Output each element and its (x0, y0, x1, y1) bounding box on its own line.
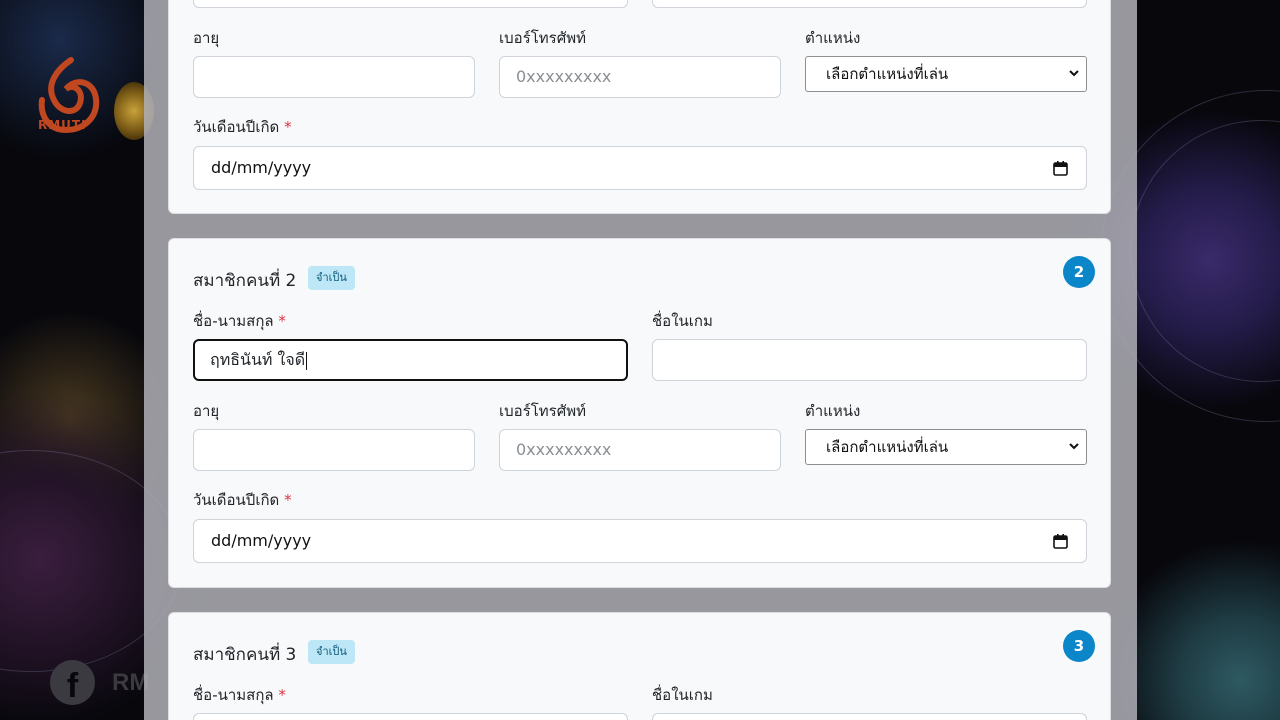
member-card-1: อายุ เบอร์โทรศัพท์ ตำแหน่ง 0xxxxxxxxx เล… (168, 0, 1111, 214)
position-label: ตำแหน่ง (805, 29, 861, 47)
position-select-member-2[interactable]: เลือกตำแหน่งที่เล่น (805, 429, 1087, 465)
ingame-name-input-member-2[interactable] (652, 339, 1087, 381)
fullname-label-text: ชื่อ-นามสกุล (193, 686, 274, 704)
ingame-name-input-member-3[interactable] (652, 713, 1087, 720)
phone-input-member-1[interactable]: 0xxxxxxxxx (499, 56, 781, 98)
required-star: * (278, 686, 286, 704)
fullname-value: ฤทธินันท์ ใจดี (210, 350, 306, 369)
ingame-name-label: ชื่อในเกม (652, 312, 713, 330)
position-label: ตำแหน่ง (805, 402, 861, 420)
chevron-down-icon (1069, 70, 1079, 77)
rmuti-logo-text: RMUTI (38, 118, 87, 132)
phone-placeholder: 0xxxxxxxxx (516, 67, 612, 86)
position-select-value: เลือกตำแหน่งที่เล่น (826, 65, 949, 83)
required-star: * (284, 118, 292, 136)
required-star: * (278, 312, 286, 330)
required-star: * (284, 491, 292, 509)
member-title: สมาชิกคนที่ 3 (193, 645, 297, 665)
phone-input-member-2[interactable]: 0xxxxxxxxx (499, 429, 781, 471)
phone-placeholder: 0xxxxxxxxx (516, 440, 612, 459)
chevron-down-icon (1069, 443, 1079, 450)
position-select-member-1[interactable]: เลือกตำแหน่งที่เล่น (805, 56, 1087, 92)
member-card-2: สมาชิกคนที่ 2 จำเป็น 2 ชื่อ-นามสกุล * ชื… (168, 238, 1111, 588)
age-input-member-2[interactable] (193, 429, 475, 471)
age-label: อายุ (193, 29, 220, 47)
date-placeholder: dd/mm/yyyy (211, 531, 312, 550)
text-caret (306, 351, 308, 370)
member-card-3: สมาชิกคนที่ 3 จำเป็น 3 ชื่อ-นามสกุล * ชื… (168, 612, 1111, 720)
birthdate-input-member-1[interactable]: dd/mm/yyyy (193, 146, 1087, 190)
registration-form-column: อายุ เบอร์โทรศัพท์ ตำแหน่ง 0xxxxxxxxx เล… (144, 0, 1137, 720)
fullname-label: ชื่อ-นามสกุล * (193, 309, 286, 333)
fullname-input-member-2[interactable]: ฤทธินันท์ ใจดี (193, 339, 628, 381)
member-title: สมาชิกคนที่ 2 (193, 271, 297, 291)
calendar-icon[interactable] (1053, 161, 1068, 176)
birthdate-input-member-2[interactable]: dd/mm/yyyy (193, 519, 1087, 563)
fullname-label-text: ชื่อ-นามสกุล (193, 312, 274, 330)
birthdate-label: วันเดือนปีเกิด * (193, 488, 292, 512)
birthdate-label-text: วันเดือนปีเกิด (193, 491, 280, 509)
member-number-badge: 2 (1063, 256, 1095, 288)
ingame-name-input-member-1[interactable] (652, 0, 1087, 8)
calendar-icon[interactable] (1053, 534, 1068, 549)
required-badge: จำเป็น (308, 266, 355, 290)
birthdate-label: วันเดือนปีเกิด * (193, 115, 292, 139)
member-number-badge: 3 (1063, 630, 1095, 662)
age-label: อายุ (193, 402, 220, 420)
phone-label: เบอร์โทรศัพท์ (499, 29, 587, 47)
fullname-input-member-1[interactable] (193, 0, 628, 8)
fullname-label: ชื่อ-นามสกุล * (193, 683, 286, 707)
facebook-icon[interactable]: f (50, 660, 95, 705)
position-select-value: เลือกตำแหน่งที่เล่น (826, 438, 949, 456)
phone-label: เบอร์โทรศัพท์ (499, 402, 587, 420)
birthdate-label-text: วันเดือนปีเกิด (193, 118, 280, 136)
required-badge: จำเป็น (308, 640, 355, 664)
ingame-name-label: ชื่อในเกม (652, 686, 713, 704)
date-placeholder: dd/mm/yyyy (211, 158, 312, 177)
fullname-input-member-3[interactable] (193, 713, 628, 720)
age-input-member-1[interactable] (193, 56, 475, 98)
